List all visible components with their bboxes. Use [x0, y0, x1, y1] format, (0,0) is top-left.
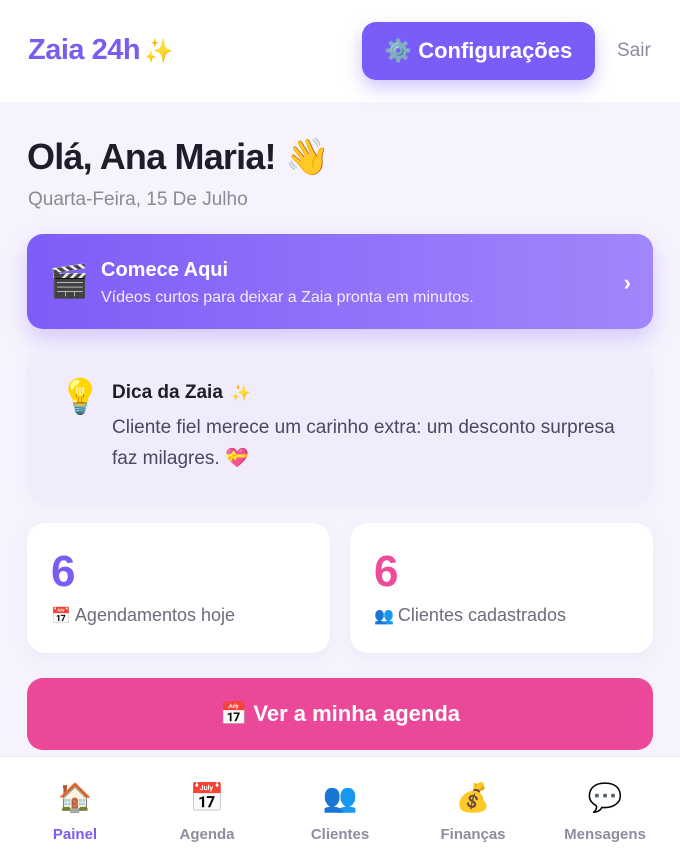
appointments-count: 6	[51, 547, 76, 596]
tip-title: Dica da Zaia ✨	[112, 382, 251, 404]
stat-card-appointments[interactable]: 6 📅 Agendamentos hoje	[27, 523, 330, 653]
nav-item-clientes[interactable]: 👥 Clientes	[272, 757, 408, 864]
nav-label: Painel	[52, 826, 98, 843]
stat-card-clients[interactable]: 6 👥 Clientes cadastrados	[350, 523, 653, 653]
chevron-right-icon: ›	[623, 270, 631, 295]
nav-label: Clientes	[310, 826, 370, 843]
view-agenda-label: Ver a minha agenda	[253, 701, 461, 726]
clients-label: 👥 Clientes cadastrados	[374, 605, 566, 626]
current-date: Quarta-Feira, 15 De Julho	[28, 189, 248, 210]
people-icon: 👥	[374, 608, 394, 625]
sparkles-icon: ✨	[144, 38, 174, 65]
lightbulb-icon: 💡	[59, 378, 102, 416]
clients-label-text: Clientes cadastrados	[397, 605, 567, 625]
house-icon: 🏠	[57, 782, 93, 813]
gear-icon: ⚙️	[384, 38, 413, 63]
start-here-subtitle: Vídeos curtos para deixar a Zaia pronta …	[101, 289, 474, 306]
nav-label: Mensagens	[564, 826, 646, 843]
appointments-label-text: Agendamentos hoje	[74, 605, 236, 625]
nav-label: Finanças	[440, 826, 506, 843]
nav-label: Agenda	[179, 826, 235, 843]
nav-item-mensagens[interactable]: 💬 Mensagens	[537, 757, 673, 864]
calendar-icon: 📅	[219, 701, 248, 726]
clients-count: 6	[374, 547, 399, 596]
view-agenda-button[interactable]: 📅 Ver a minha agenda	[27, 678, 653, 750]
page-title: Olá, Ana Maria! 👋	[27, 136, 330, 177]
settings-button[interactable]: ⚙️ Configurações	[362, 22, 595, 80]
settings-button-label: Configurações	[418, 38, 573, 63]
start-here-title: Comece Aqui	[101, 259, 229, 281]
clapperboard-icon: 🎬	[49, 263, 89, 299]
money-bag-icon: 💰	[455, 782, 491, 813]
logout-link[interactable]: Sair	[617, 40, 651, 62]
tip-card: 💡 Dica da Zaia ✨ Cliente fiel merece um …	[27, 351, 653, 501]
appointments-label: 📅 Agendamentos hoje	[51, 605, 235, 626]
bottom-nav: 🏠 Painel 📅 Agenda 👥 Clientes 💰 Finanças …	[0, 756, 680, 864]
nav-item-painel[interactable]: 🏠 Painel	[7, 757, 143, 864]
nav-item-agenda[interactable]: 📅 Agenda	[139, 757, 275, 864]
app-header: Zaia 24h ✨ ⚙️ Configurações Sair	[0, 0, 680, 102]
brand-logo[interactable]: Zaia 24h ✨	[28, 34, 174, 67]
brand-name: Zaia 24h	[28, 34, 141, 66]
nav-item-financas[interactable]: 💰 Finanças	[405, 757, 541, 864]
tip-text: Cliente fiel merece um carinho extra: um…	[112, 417, 615, 469]
start-here-card[interactable]: 🎬 Comece Aqui Vídeos curtos para deixar …	[27, 234, 653, 329]
people-icon: 👥	[322, 782, 358, 813]
sparkles-icon: ✨	[231, 385, 252, 402]
calendar-icon: 📅	[189, 782, 225, 813]
tip-title-text: Dica da Zaia	[112, 382, 223, 403]
speech-bubble-icon: 💬	[587, 782, 623, 813]
calendar-icon: 📅	[51, 608, 71, 625]
